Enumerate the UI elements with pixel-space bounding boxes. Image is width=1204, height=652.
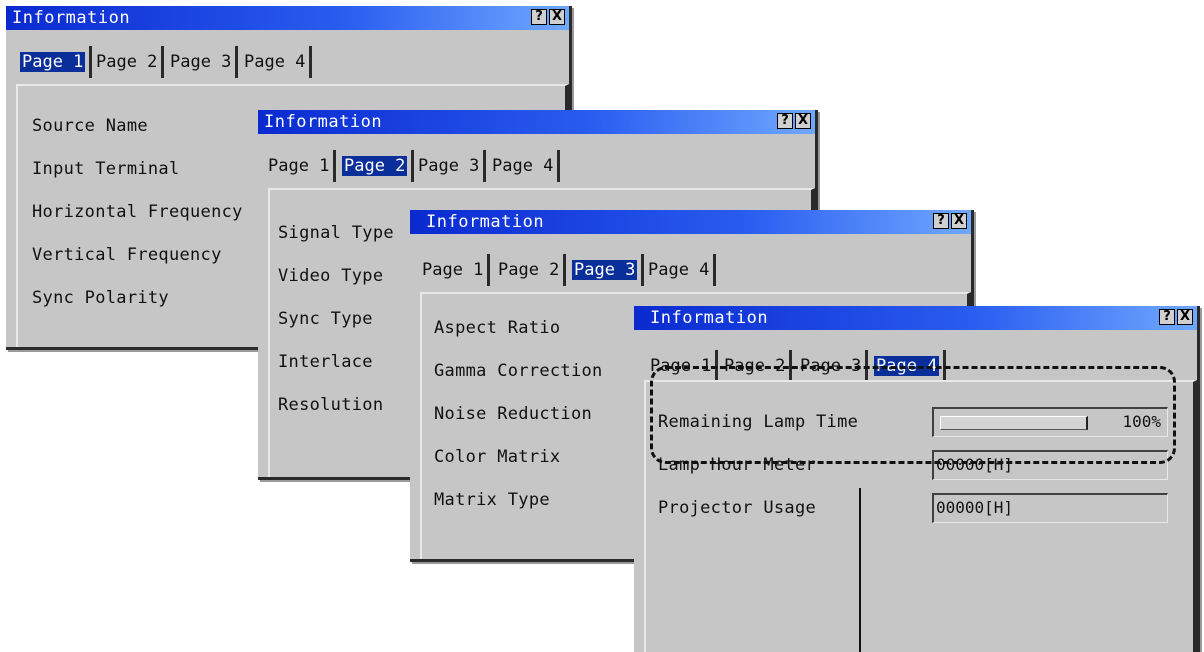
label-gamma-correction: Gamma Correction xyxy=(434,361,603,381)
tab-page-3[interactable]: Page 3 xyxy=(568,254,645,286)
label-signal-type: Signal Type xyxy=(278,223,394,243)
callout-dashed-box xyxy=(650,366,1176,464)
info-window-page4: Information ? X Page 1 Page 2 Page 3 Pag… xyxy=(634,306,1200,652)
tab-page-3[interactable]: Page 3 xyxy=(166,46,239,78)
label-video-type: Video Type xyxy=(278,266,384,286)
close-button[interactable]: X xyxy=(951,213,967,229)
title-bar[interactable]: Information ? X xyxy=(410,210,971,234)
help-button[interactable]: ? xyxy=(777,113,793,129)
label-vertical-frequency: Vertical Frequency xyxy=(32,245,222,265)
tab-page-3[interactable]: Page 3 xyxy=(414,150,487,182)
help-button[interactable]: ? xyxy=(531,9,547,25)
tab-page-2[interactable]: Page 2 xyxy=(494,254,567,286)
help-button[interactable]: ? xyxy=(1159,309,1175,325)
tab-page-2[interactable]: Page 2 xyxy=(92,46,165,78)
window-title: Information xyxy=(426,212,545,232)
window-title: Information xyxy=(264,112,383,132)
label-aspect-ratio: Aspect Ratio xyxy=(434,318,561,338)
help-button[interactable]: ? xyxy=(933,213,949,229)
label-color-matrix: Color Matrix xyxy=(434,447,561,467)
label-sync-type: Sync Type xyxy=(278,309,373,329)
tab-page-4[interactable]: Page 4 xyxy=(240,46,313,78)
tab-page-4[interactable]: Page 4 xyxy=(644,254,717,286)
window-title: Information xyxy=(650,308,769,328)
tab-page-1[interactable]: Page 1 xyxy=(16,46,93,78)
callout-leader-line xyxy=(859,488,861,652)
label-projector-usage: Projector Usage xyxy=(658,498,817,518)
label-interlace: Interlace xyxy=(278,352,373,372)
tab-page-1[interactable]: Page 1 xyxy=(264,150,337,182)
label-input-terminal: Input Terminal xyxy=(32,159,180,179)
projector-usage-field: 00000[H] xyxy=(932,493,1168,523)
close-button[interactable]: X xyxy=(1177,309,1193,325)
label-matrix-type: Matrix Type xyxy=(434,490,550,510)
title-bar[interactable]: Information ? X xyxy=(634,306,1197,330)
label-horizontal-frequency: Horizontal Frequency xyxy=(32,202,243,222)
tab-page-4[interactable]: Page 4 xyxy=(488,150,561,182)
tab-page-2[interactable]: Page 2 xyxy=(338,150,415,182)
label-noise-reduction: Noise Reduction xyxy=(434,404,593,424)
close-button[interactable]: X xyxy=(795,113,811,129)
label-sync-polarity: Sync Polarity xyxy=(32,288,169,308)
label-source-name: Source Name xyxy=(32,116,148,136)
tab-page-1[interactable]: Page 1 xyxy=(418,254,491,286)
title-bar[interactable]: Information ? X xyxy=(258,110,815,134)
window-title: Information xyxy=(12,8,131,28)
title-bar[interactable]: Information ? X xyxy=(6,6,569,30)
label-resolution: Resolution xyxy=(278,395,384,415)
close-button[interactable]: X xyxy=(549,9,565,25)
